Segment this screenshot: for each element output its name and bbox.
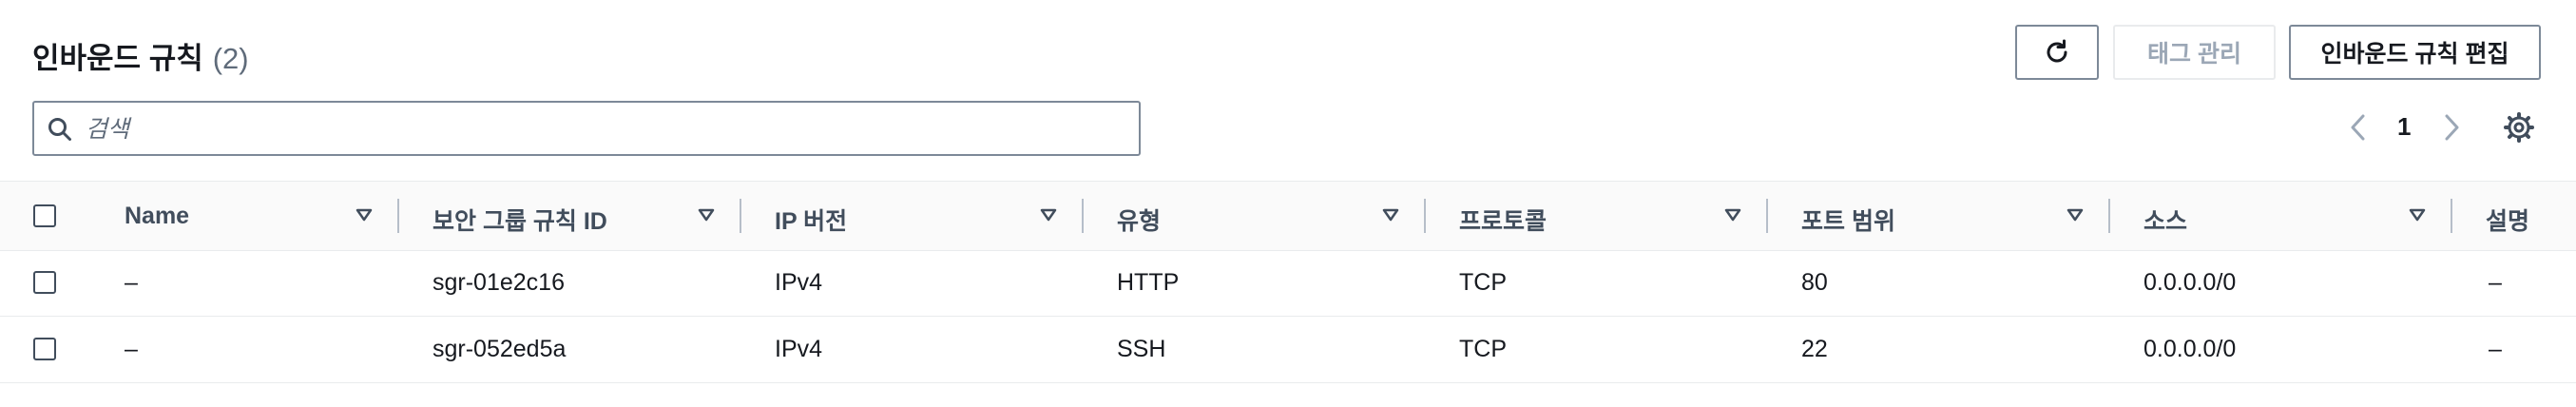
column-header-rule-id[interactable]: 보안 그룹 규칙 ID	[433, 203, 607, 237]
cell-rule-id: sgr-052ed5a	[433, 336, 567, 362]
chevron-right-icon[interactable]	[2439, 112, 2464, 143]
cell-description: –	[2489, 336, 2502, 362]
column-header-port-range[interactable]: 포트 범위	[1801, 203, 1895, 237]
caret-down-icon[interactable]	[1724, 207, 1741, 223]
row-checkbox[interactable]	[33, 338, 56, 360]
cell-protocol: TCP	[1459, 269, 1507, 296]
cell-port-range: 22	[1801, 336, 1828, 362]
manage-tags-button[interactable]: 태그 관리	[2113, 25, 2276, 80]
table-row[interactable]: – sgr-052ed5a IPv4 SSH TCP 22 0.0.0.0/0 …	[0, 317, 2576, 383]
cell-ip-version: IPv4	[775, 269, 823, 296]
caret-down-icon[interactable]	[1040, 207, 1057, 223]
refresh-button[interactable]	[2015, 25, 2099, 80]
cell-protocol: TCP	[1459, 336, 1507, 362]
search-icon	[48, 118, 71, 141]
row-checkbox[interactable]	[33, 271, 56, 294]
cell-ip-version: IPv4	[775, 336, 823, 362]
column-header-description[interactable]: 설명	[2486, 203, 2529, 237]
caret-down-icon[interactable]	[1382, 207, 1399, 223]
caret-down-icon[interactable]	[2067, 207, 2084, 223]
column-divider[interactable]	[2108, 199, 2110, 233]
panel-header: 인바운드 규칙 (2) 태그 관리 인바운드 규칙 편집 1	[0, 0, 2576, 181]
rule-count: (2)	[212, 42, 249, 75]
search-box	[32, 101, 1141, 156]
column-divider[interactable]	[1424, 199, 1426, 233]
column-header-name[interactable]: Name	[125, 203, 189, 230]
column-divider[interactable]	[1082, 199, 1084, 233]
column-divider[interactable]	[740, 199, 741, 233]
search-input[interactable]	[84, 110, 1133, 148]
cell-name: –	[125, 269, 138, 296]
column-header-protocol[interactable]: 프로토콜	[1459, 203, 1547, 237]
table-header: Name 보안 그룹 규칙 ID IP 버전 유형 프로토콜 포트 범위 소스 …	[0, 181, 2576, 251]
cell-source: 0.0.0.0/0	[2143, 269, 2237, 296]
table-row[interactable]: – sgr-01e2c16 IPv4 HTTP TCP 80 0.0.0.0/0…	[0, 250, 2576, 317]
cell-port-range: 80	[1801, 269, 1828, 296]
current-page[interactable]: 1	[2397, 112, 2411, 142]
cell-source: 0.0.0.0/0	[2143, 336, 2237, 362]
column-header-ip-version[interactable]: IP 버전	[775, 203, 847, 237]
title-text: 인바운드 규칙	[32, 42, 203, 75]
caret-down-icon[interactable]	[2409, 207, 2426, 223]
gear-icon[interactable]	[2503, 111, 2535, 144]
cell-type: SSH	[1117, 336, 1166, 362]
page-title: 인바운드 규칙 (2)	[32, 34, 249, 77]
cell-rule-id: sgr-01e2c16	[433, 269, 565, 296]
column-divider[interactable]	[397, 199, 399, 233]
caret-down-icon[interactable]	[698, 207, 715, 223]
caret-down-icon[interactable]	[356, 207, 373, 223]
chevron-left-icon[interactable]	[2346, 112, 2371, 143]
edit-inbound-rules-button[interactable]: 인바운드 규칙 편집	[2289, 25, 2541, 80]
select-all-checkbox[interactable]	[33, 204, 56, 227]
column-header-type[interactable]: 유형	[1117, 203, 1161, 237]
column-divider[interactable]	[2451, 199, 2452, 233]
cell-name: –	[125, 336, 138, 362]
refresh-icon	[2047, 39, 2067, 63]
column-divider[interactable]	[1766, 199, 1768, 233]
cell-description: –	[2489, 269, 2502, 296]
cell-type: HTTP	[1117, 269, 1180, 296]
column-header-source[interactable]: 소스	[2143, 203, 2187, 237]
